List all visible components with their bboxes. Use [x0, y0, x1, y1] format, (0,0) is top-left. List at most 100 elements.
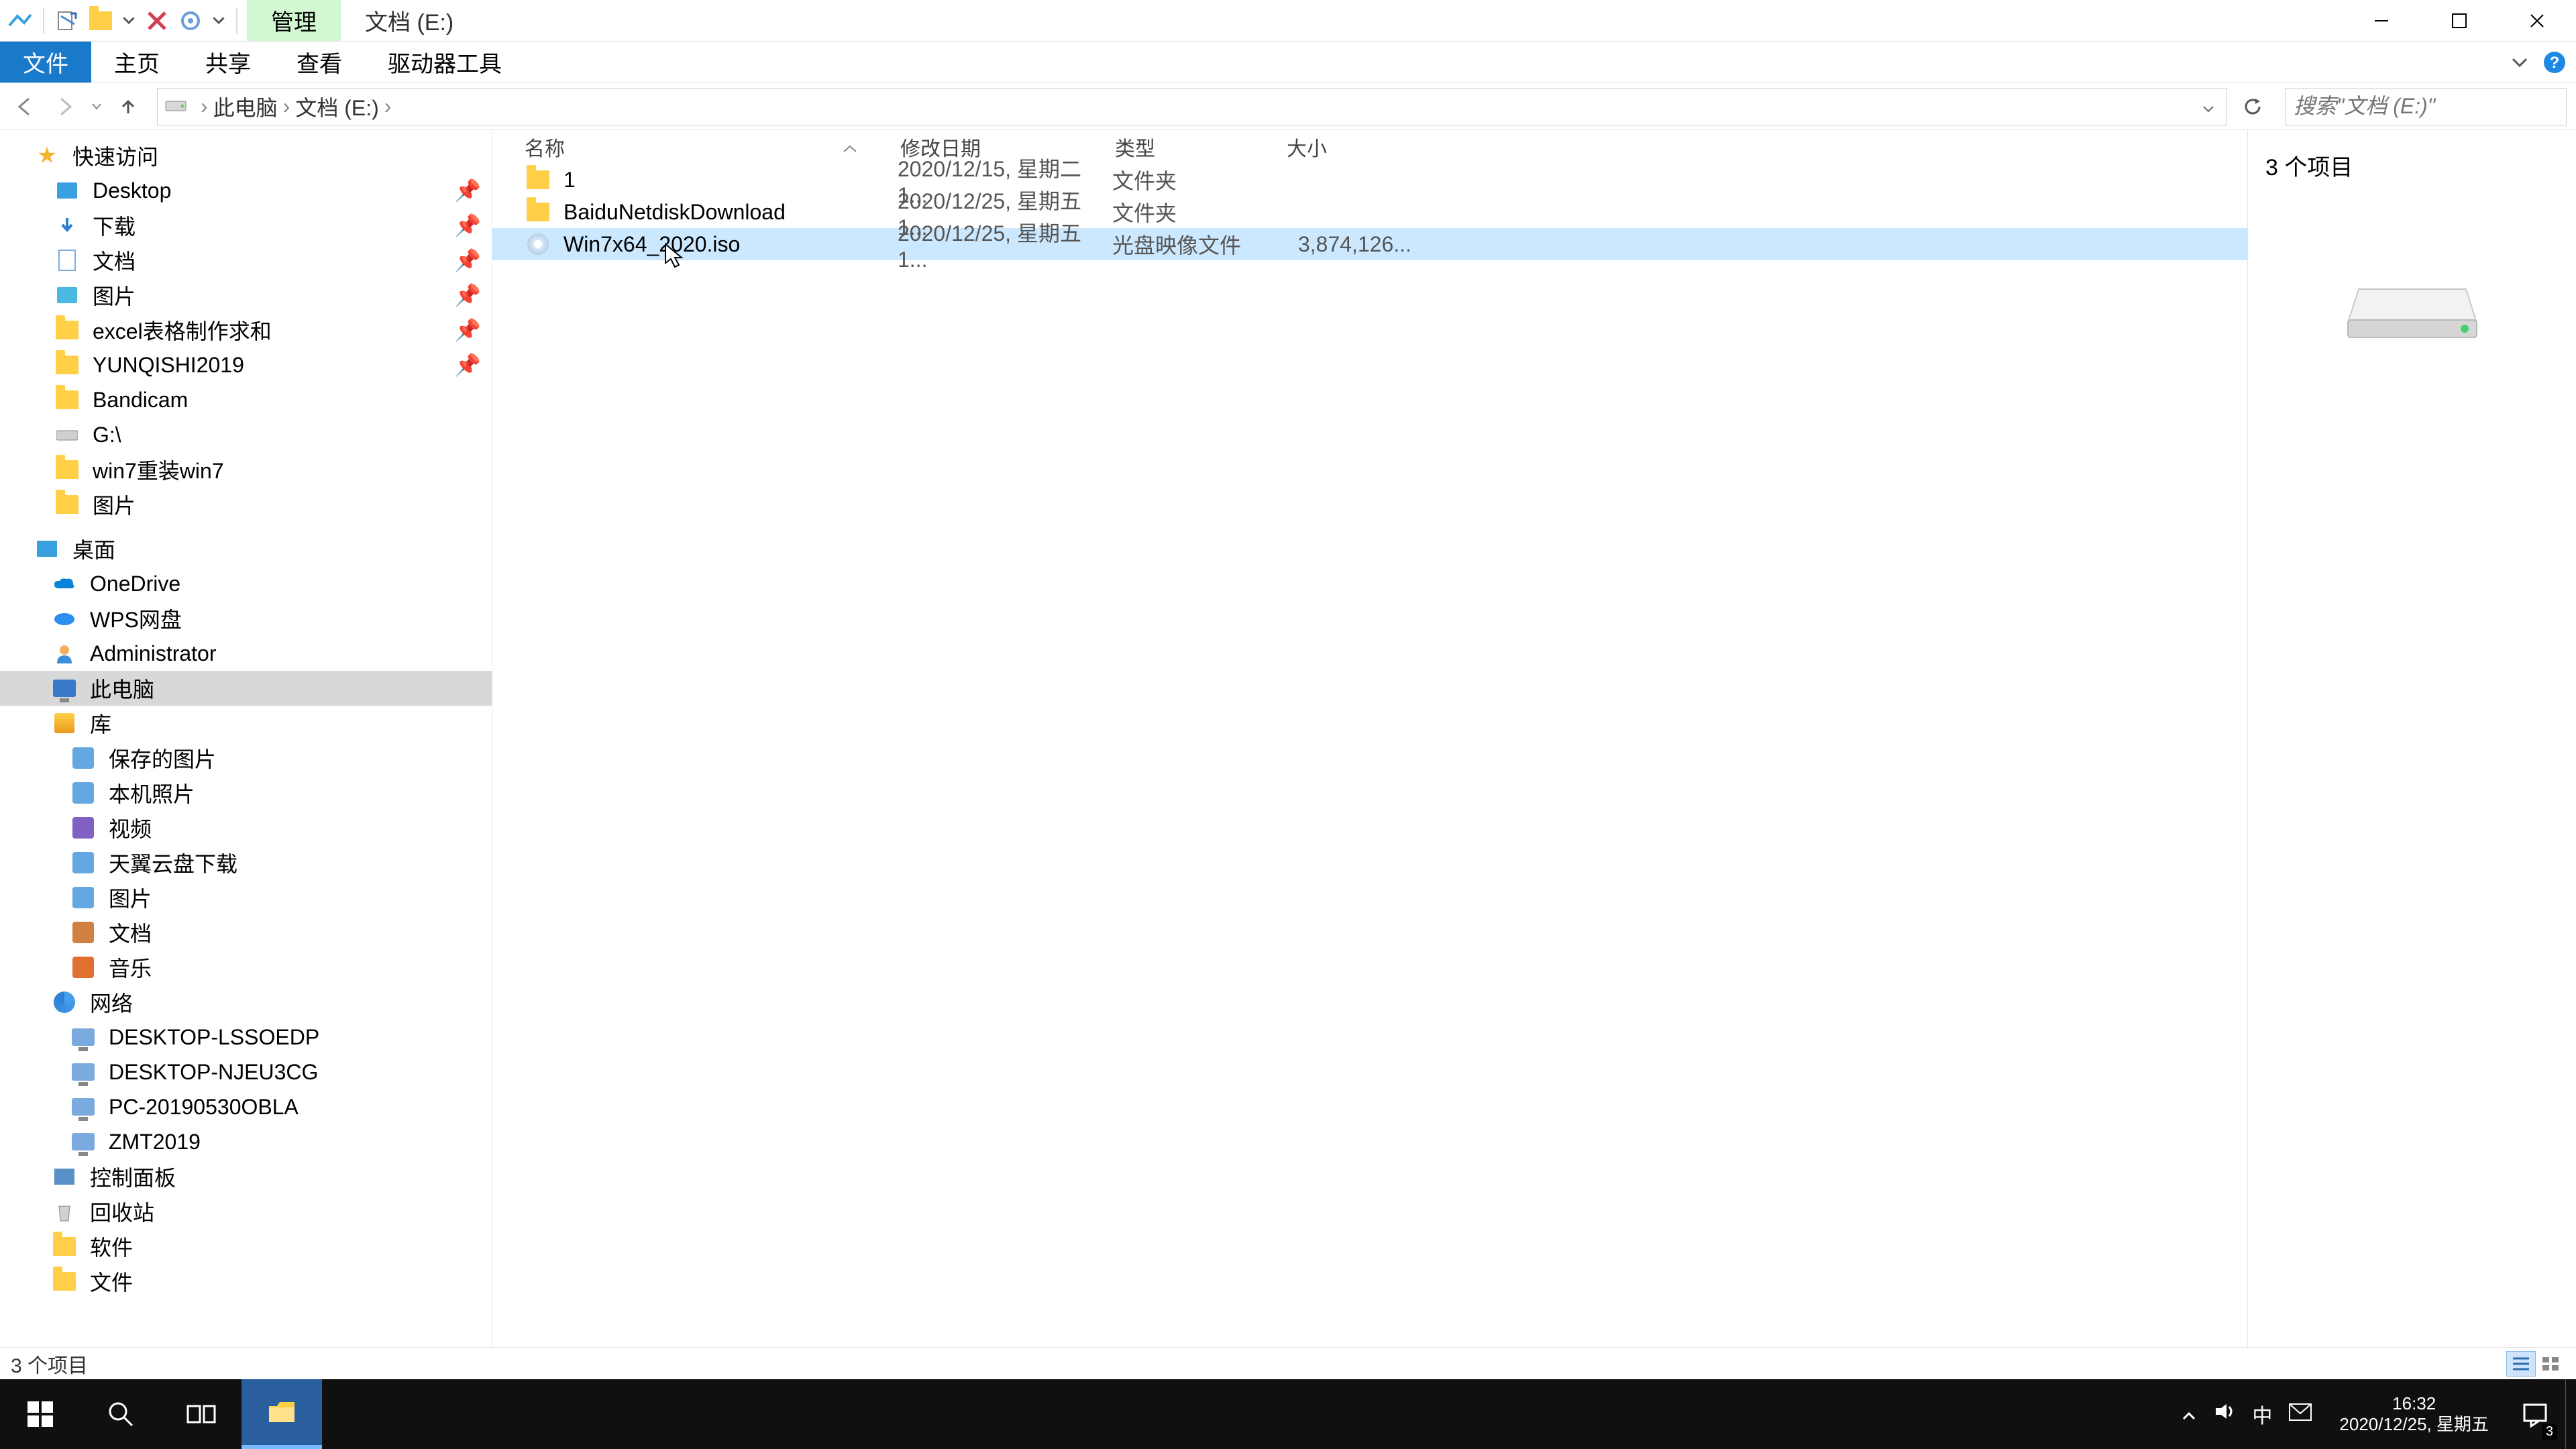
column-headers[interactable]: 名称 修改日期 类型 大小	[492, 130, 2247, 164]
nav-control-panel[interactable]: 控制面板	[0, 1159, 492, 1194]
nav-downloads[interactable]: 下载 📌	[0, 208, 492, 243]
recycle-icon	[51, 1198, 78, 1225]
nav-software[interactable]: 软件	[0, 1229, 492, 1264]
nav-saved-pictures[interactable]: 保存的图片	[0, 741, 492, 775]
nav-tianyi[interactable]: 天翼云盘下载	[0, 845, 492, 880]
maximize-button[interactable]	[2420, 0, 2498, 41]
start-button[interactable]	[0, 1379, 80, 1449]
nav-desktop-njeu[interactable]: DESKTOP-NJEU3CG	[0, 1055, 492, 1089]
file-name: 1	[564, 168, 898, 193]
qat-delete-icon[interactable]	[142, 6, 172, 36]
breadcrumb-dropdown-chevron-icon[interactable]	[2202, 94, 2221, 119]
nav-music[interactable]: 音乐	[0, 950, 492, 985]
clock-date: 2020/12/25, 星期五	[2339, 1414, 2489, 1435]
chevron-right-icon[interactable]: ›	[283, 94, 290, 119]
taskbar-search-button[interactable]	[80, 1379, 161, 1449]
help-icon[interactable]: ?	[2542, 50, 2567, 74]
nav-pictures[interactable]: 图片 📌	[0, 278, 492, 313]
chevron-right-icon[interactable]: ›	[384, 94, 392, 119]
tray-volume-icon[interactable]	[2213, 1401, 2236, 1427]
window-controls	[2343, 0, 2576, 41]
nav-yunqishi[interactable]: YUNQISHI2019 📌	[0, 347, 492, 382]
tab-drive-tools[interactable]: 驱动器工具	[365, 42, 525, 83]
file-list[interactable]: 名称 修改日期 类型 大小 1 2020/12/15, 星期二 1... 文件夹	[492, 130, 2247, 1347]
nav-files[interactable]: 文件	[0, 1264, 492, 1299]
nav-gdrive[interactable]: G:\	[0, 417, 492, 452]
nav-wps[interactable]: WPS网盘	[0, 601, 492, 636]
chevron-right-icon[interactable]: ›	[201, 94, 208, 119]
contextual-tab-manage[interactable]: 管理	[247, 0, 341, 41]
taskbar-clock[interactable]: 16:32 2020/12/25, 星期五	[2323, 1379, 2505, 1449]
nav-quick-access[interactable]: ★ 快速访问	[0, 138, 492, 173]
nav-desktop-lssoedp[interactable]: DESKTOP-LSSOEDP	[0, 1020, 492, 1055]
taskbar-taskview-button[interactable]	[161, 1379, 241, 1449]
column-type[interactable]: 类型	[1099, 132, 1271, 162]
downloads-icon	[54, 212, 80, 239]
nav-pc2019[interactable]: PC-20190530OBLA	[0, 1089, 492, 1124]
column-name[interactable]: 名称	[508, 132, 884, 162]
nav-excel[interactable]: excel表格制作求和 📌	[0, 313, 492, 347]
search-input[interactable]	[2294, 94, 2576, 119]
nav-label: 保存的图片	[109, 743, 216, 773]
app-icon[interactable]	[5, 6, 35, 36]
nav-administrator[interactable]: Administrator	[0, 636, 492, 671]
qat-more-chevron-icon[interactable]	[209, 6, 228, 36]
nav-network[interactable]: 网络	[0, 985, 492, 1020]
breadcrumb-this-pc[interactable]: 此电脑	[213, 91, 278, 122]
nav-zmt[interactable]: ZMT2019	[0, 1124, 492, 1159]
breadcrumb[interactable]: › 此电脑 › 文档 (E:) ›	[157, 88, 2227, 125]
tab-home[interactable]: 主页	[91, 42, 182, 83]
qat-newfolder-icon[interactable]	[86, 6, 115, 36]
nav-bandicam[interactable]: Bandicam	[0, 382, 492, 417]
tray-ime-indicator[interactable]: 中	[2252, 1399, 2272, 1429]
breadcrumb-drive[interactable]: 文档 (E:)	[295, 91, 378, 122]
nav-library[interactable]: 库	[0, 706, 492, 741]
taskbar[interactable]: 中 16:32 2020/12/25, 星期五 3	[0, 1379, 2576, 1449]
search-box[interactable]	[2285, 88, 2567, 125]
nav-this-pc[interactable]: 此电脑	[0, 671, 492, 706]
nav-local-photos[interactable]: 本机照片	[0, 775, 492, 810]
nav-desktop[interactable]: Desktop 📌	[0, 173, 492, 208]
nav-pictures2[interactable]: 图片	[0, 487, 492, 522]
nav-recycle[interactable]: 回收站	[0, 1194, 492, 1229]
navigation-pane[interactable]: ★ 快速访问 Desktop 📌 下载 📌 文档 📌	[0, 130, 492, 1347]
nav-documents2[interactable]: 文档	[0, 915, 492, 950]
sort-asc-icon	[843, 136, 857, 158]
nav-desktop-root[interactable]: 桌面	[0, 531, 492, 566]
file-row[interactable]: BaiduNetdiskDownload 2020/12/25, 星期五 1..…	[492, 196, 2247, 228]
ribbon-expand-chevron-icon[interactable]	[2510, 56, 2529, 68]
nav-label: 库	[90, 708, 111, 739]
refresh-button[interactable]	[2234, 88, 2271, 125]
tab-view[interactable]: 查看	[274, 42, 365, 83]
view-details-button[interactable]	[2506, 1351, 2536, 1377]
file-row-selected[interactable]: Win7x64_2020.iso 2020/12/25, 星期五 1... 光盘…	[492, 228, 2247, 260]
tray-overflow-chevron-icon[interactable]	[2181, 1402, 2197, 1427]
tray-mail-icon[interactable]	[2288, 1402, 2312, 1427]
nav-forward-button[interactable]	[50, 91, 80, 122]
action-center-button[interactable]: 3	[2505, 1379, 2565, 1449]
nav-documents[interactable]: 文档 📌	[0, 243, 492, 278]
nav-video[interactable]: 视频	[0, 810, 492, 845]
nav-onedrive[interactable]: OneDrive	[0, 566, 492, 601]
nav-win7reinstall[interactable]: win7重装win7	[0, 452, 492, 487]
nav-back-button[interactable]	[9, 91, 40, 122]
nav-label: 视频	[109, 812, 152, 843]
system-tray[interactable]: 中	[2170, 1379, 2323, 1449]
show-desktop-button[interactable]	[2565, 1379, 2576, 1449]
nav-pictures3[interactable]: 图片	[0, 880, 492, 915]
qat-dropdown-chevron-icon[interactable]	[119, 6, 138, 36]
file-row[interactable]: 1 2020/12/15, 星期二 1... 文件夹	[492, 164, 2247, 196]
qat-settings-icon[interactable]	[176, 6, 205, 36]
column-size[interactable]: 大小	[1271, 132, 1405, 162]
close-button[interactable]	[2498, 0, 2576, 41]
view-large-icons-button[interactable]	[2536, 1351, 2565, 1377]
taskbar-explorer-button[interactable]	[241, 1379, 322, 1449]
minimize-button[interactable]	[2343, 0, 2420, 41]
nav-label: 天翼云盘下载	[109, 847, 237, 878]
nav-up-button[interactable]	[113, 91, 144, 122]
qat-properties-icon[interactable]	[52, 6, 82, 36]
nav-history-chevron-icon[interactable]	[90, 103, 103, 111]
tab-file[interactable]: 文件	[0, 42, 91, 83]
onedrive-icon	[51, 570, 78, 597]
tab-share[interactable]: 共享	[182, 42, 274, 83]
